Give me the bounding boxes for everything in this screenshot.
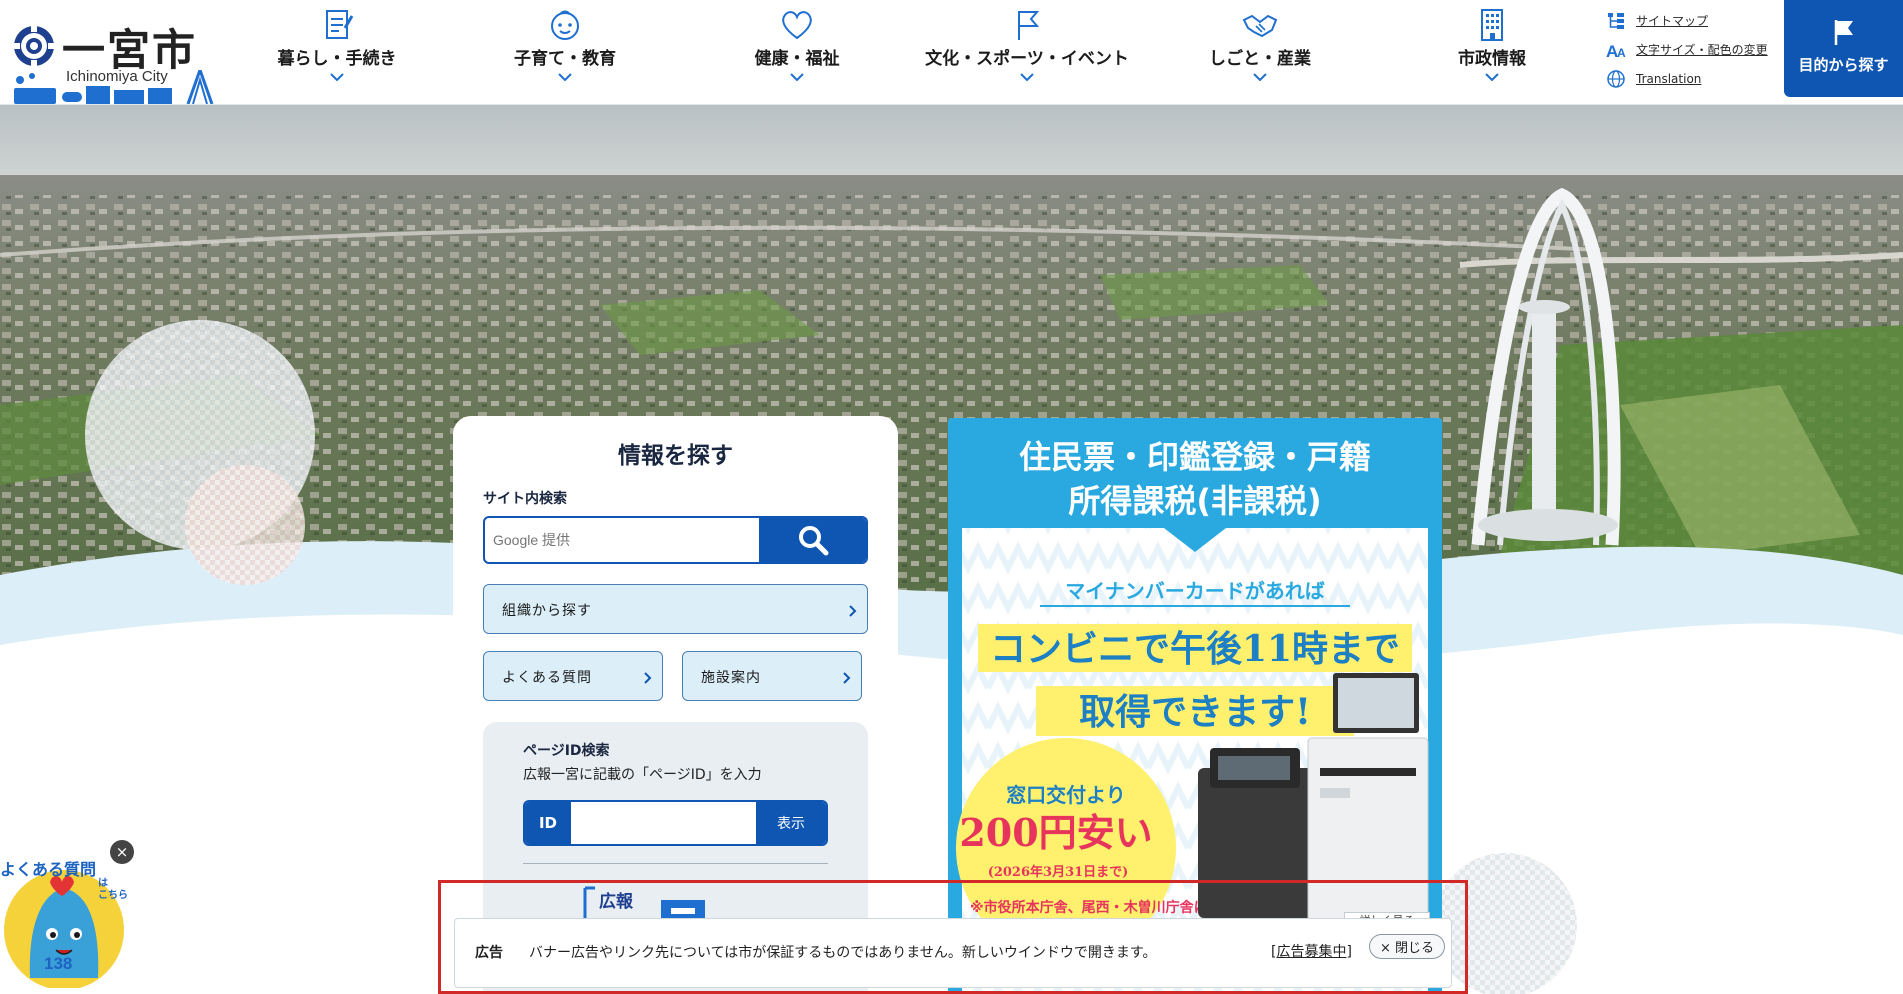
banner-line5: 取得できます! [1079,691,1311,733]
translation-label: Translation [1636,71,1702,86]
ad-recruit-link[interactable]: 広告募集中 [1276,944,1346,960]
panel-title: 情報を探す [618,443,733,469]
banner-graphic: 住民票・印鑑登録・戸籍 所得課税(非課税) マイナンバーカードがあれば コンビニ… [948,418,1442,994]
search-by-organization-button[interactable]: 組織から探す [483,584,868,634]
sitemap-label: サイトマップ [1636,14,1709,28]
ad-recruit-link-wrapper: [広告募集中] [1271,944,1352,960]
banner-line6: 窓口交付より [1006,783,1126,807]
faq-button[interactable]: よくある質問 [483,651,663,701]
site-search-box [483,516,868,564]
faq-mascot-widget[interactable]: よくある質問 は こちら 138 × [0,838,136,988]
banner-line4: コンビニで午後11時まで [990,628,1400,670]
search-button[interactable] [759,518,866,562]
mascot-text2: は こちら [98,878,128,901]
text-size-color-link[interactable]: AA 文字サイズ・配色の変更 [1606,35,1786,64]
site-search-input[interactable] [485,518,761,562]
search-icon [798,526,828,556]
ad-label: 広告 [475,945,503,961]
svg-text:A: A [1617,46,1626,60]
child-face-icon [551,10,579,40]
my-number-card-banner[interactable]: 住民票・印鑑登録・戸籍 所得課税(非課税) マイナンバーカードがあれば コンビニ… [948,418,1442,994]
chevron-right-icon [849,605,857,617]
page-id-description: 広報一宮に記載の「ページID」を入力 [523,767,762,783]
chevron-down-icon [790,73,804,81]
site-header: 一宮市 Ichinomiya City 暮らし・手続き 子育て・教育 健康・福祉… [0,0,1903,105]
nav-label: 文化・スポーツ・イベント [925,49,1129,69]
purpose-label: 目的から探す [1798,56,1889,74]
banner-line1: 住民票・印鑑登録・戸籍 [1019,438,1371,476]
nav-label: 子育て・教育 [514,49,616,69]
nav-work-industry[interactable]: しごと・産業 [1209,0,1311,90]
banner-line8: (2026年3月31日まで) [988,864,1129,880]
nav-label: 健康・福祉 [754,49,840,69]
mascot-text: よくある質問 [0,860,97,879]
text-size-label: 文字サイズ・配色の変更 [1636,43,1768,57]
chevron-right-icon [644,672,652,684]
close-icon[interactable]: × [110,840,134,864]
nav-label: 市政情報 [1458,49,1526,69]
nav-childcare-education[interactable]: 子育て・教育 [508,0,622,90]
id-label: ID [525,802,571,844]
facilities-button[interactable]: 施設案内 [682,651,862,701]
faq-label: よくある質問 [502,670,592,686]
org-search-label: 組織から探す [502,603,592,619]
flag-icon [1834,20,1853,45]
flag-icon [1018,11,1040,40]
nav-culture-sports-events[interactable]: 文化・スポーツ・イベント [925,0,1129,90]
page-id-input[interactable] [571,802,757,844]
sitemap-icon [1608,12,1624,29]
translation-link[interactable]: Translation [1606,64,1786,93]
mascot-number: 138 [44,954,73,973]
ad-close-button[interactable]: × 閉じる [1369,934,1445,959]
show-page-button[interactable]: 表示 [756,802,826,844]
page-id-box: ID 表示 [523,800,828,846]
city-emblem-icon [12,24,56,68]
building-icon [1481,9,1503,41]
handshake-icon [1242,14,1278,38]
globe-icon [1607,69,1625,88]
heart-icon [782,11,812,40]
banner-line9: ※市役所本庁舎、尾西・木曽川庁舎にも [970,899,1222,916]
banner-line2: 所得課税(非課税) [1068,482,1321,520]
nav-living-procedures[interactable]: 暮らし・手続き [277,0,397,90]
nav-label: しごと・産業 [1209,49,1311,69]
chevron-down-icon [558,73,572,81]
chevron-right-icon [843,672,851,684]
divider [523,863,828,864]
koho-label: 広報 [599,891,634,912]
nav-city-government[interactable]: 市政情報 [1450,0,1534,90]
ad-disclaimer-text: バナー広告やリンク先については市が保証するものではありません。新しいウインドウで… [529,945,1157,961]
site-search-label: サイト内検索 [483,491,567,507]
chevron-down-icon [1020,73,1034,81]
chevron-down-icon [1253,73,1267,81]
utility-links: サイトマップ AA 文字サイズ・配色の変更 Translation [1606,6,1786,93]
nav-label: 暮らし・手続き [277,49,397,69]
skyline-illustration-icon [14,70,214,104]
chevron-down-icon [1485,73,1499,81]
text-size-icon: AA [1606,42,1626,60]
sitemap-link[interactable]: サイトマップ [1606,6,1786,35]
ad-notice-bar: 広告 バナー広告やリンク先については市が保証するものではありません。新しいウイン… [454,918,1452,988]
facilities-label: 施設案内 [701,670,761,686]
document-pen-icon [326,10,354,39]
page-id-title: ページID検索 [523,743,610,759]
nav-health-welfare[interactable]: 健康・福祉 [749,0,845,90]
search-by-purpose-button[interactable]: 目的から探す [1784,0,1903,97]
banner-line7: 200円安い [959,810,1152,855]
banner-line3: マイナンバーカードがあれば [1065,579,1325,603]
chevron-down-icon [330,73,344,81]
info-search-panel: 情報を探す サイト内検索 組織から探す よくある質問 施設案内 ページID検索 … [453,416,898,994]
site-logo[interactable]: 一宮市 Ichinomiya City [8,10,218,104]
